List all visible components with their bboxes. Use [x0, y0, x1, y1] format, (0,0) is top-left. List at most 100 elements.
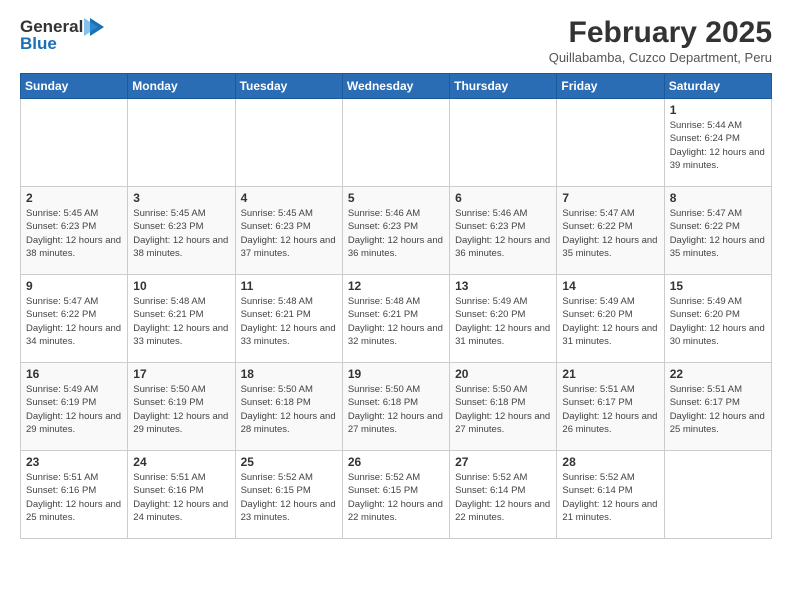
- weekday-header-friday: Friday: [557, 74, 664, 99]
- day-info: Sunrise: 5:49 AM Sunset: 6:20 PM Dayligh…: [670, 295, 766, 348]
- day-number: 6: [455, 191, 551, 205]
- day-info: Sunrise: 5:45 AM Sunset: 6:23 PM Dayligh…: [133, 207, 229, 260]
- day-number: 22: [670, 367, 766, 381]
- day-info: Sunrise: 5:50 AM Sunset: 6:18 PM Dayligh…: [348, 383, 444, 436]
- week-row-5: 23 Sunrise: 5:51 AM Sunset: 6:16 PM Dayli…: [21, 451, 772, 539]
- calendar-cell: 26Sunrise: 5:52 AM Sunset: 6:15 PM Dayli…: [342, 451, 449, 539]
- day-number: 11: [241, 279, 337, 293]
- calendar-cell: 16 Sunrise: 5:49 AM Sunset: 6:19 PM Dayli…: [21, 363, 128, 451]
- day-info: Sunrise: 5:49 AM Sunset: 6:19 PM Dayligh…: [26, 383, 122, 436]
- day-number: 17: [133, 367, 229, 381]
- weekday-header-monday: Monday: [128, 74, 235, 99]
- calendar-cell: 14 Sunrise: 5:49 AM Sunset: 6:20 PM Dayli…: [557, 275, 664, 363]
- day-number: 24: [133, 455, 229, 469]
- day-number: 14: [562, 279, 658, 293]
- day-info: Sunrise: 5:45 AM Sunset: 6:23 PM Dayligh…: [241, 207, 337, 260]
- day-info: Sunrise: 5:51 AM Sunset: 6:16 PM Dayligh…: [133, 471, 229, 524]
- calendar-cell: 12 Sunrise: 5:48 AM Sunset: 6:21 PM Dayli…: [342, 275, 449, 363]
- weekday-header-sunday: Sunday: [21, 74, 128, 99]
- calendar-cell: [557, 99, 664, 187]
- day-info: Sunrise: 5:50 AM Sunset: 6:18 PM Dayligh…: [241, 383, 337, 436]
- calendar-cell: 3 Sunrise: 5:45 AM Sunset: 6:23 PM Daylig…: [128, 187, 235, 275]
- calendar-cell: 21 Sunrise: 5:51 AM Sunset: 6:17 PM Dayli…: [557, 363, 664, 451]
- day-number: 10: [133, 279, 229, 293]
- weekday-header-saturday: Saturday: [664, 74, 771, 99]
- day-number: 20: [455, 367, 551, 381]
- day-info: Sunrise: 5:52 AM Sunset: 6:14 PM Dayligh…: [562, 471, 658, 524]
- day-number: 27: [455, 455, 551, 469]
- calendar-cell: 11 Sunrise: 5:48 AM Sunset: 6:21 PM Dayli…: [235, 275, 342, 363]
- day-info: Sunrise: 5:45 AM Sunset: 6:23 PM Dayligh…: [26, 207, 122, 260]
- calendar-cell: 19 Sunrise: 5:50 AM Sunset: 6:18 PM Dayli…: [342, 363, 449, 451]
- calendar-cell: 23 Sunrise: 5:51 AM Sunset: 6:16 PM Dayli…: [21, 451, 128, 539]
- calendar-cell: 10Sunrise: 5:48 AM Sunset: 6:21 PM Dayli…: [128, 275, 235, 363]
- calendar-cell: [235, 99, 342, 187]
- day-number: 8: [670, 191, 766, 205]
- day-number: 25: [241, 455, 337, 469]
- day-number: 13: [455, 279, 551, 293]
- day-info: Sunrise: 5:49 AM Sunset: 6:20 PM Dayligh…: [455, 295, 551, 348]
- calendar-cell: [664, 451, 771, 539]
- day-info: Sunrise: 5:47 AM Sunset: 6:22 PM Dayligh…: [562, 207, 658, 260]
- weekday-header-thursday: Thursday: [450, 74, 557, 99]
- weekday-header-row: SundayMondayTuesdayWednesdayThursdayFrid…: [21, 74, 772, 99]
- day-info: Sunrise: 5:49 AM Sunset: 6:20 PM Dayligh…: [562, 295, 658, 348]
- day-number: 19: [348, 367, 444, 381]
- week-row-2: 2 Sunrise: 5:45 AM Sunset: 6:23 PM Daylig…: [21, 187, 772, 275]
- day-info: Sunrise: 5:52 AM Sunset: 6:15 PM Dayligh…: [241, 471, 337, 524]
- calendar: SundayMondayTuesdayWednesdayThursdayFrid…: [20, 73, 772, 539]
- calendar-cell: 4 Sunrise: 5:45 AM Sunset: 6:23 PM Daylig…: [235, 187, 342, 275]
- day-info: Sunrise: 5:51 AM Sunset: 6:16 PM Dayligh…: [26, 471, 122, 524]
- calendar-cell: 15 Sunrise: 5:49 AM Sunset: 6:20 PM Dayli…: [664, 275, 771, 363]
- day-number: 2: [26, 191, 122, 205]
- calendar-cell: 22Sunrise: 5:51 AM Sunset: 6:17 PM Dayli…: [664, 363, 771, 451]
- day-number: 15: [670, 279, 766, 293]
- calendar-cell: 18 Sunrise: 5:50 AM Sunset: 6:18 PM Dayli…: [235, 363, 342, 451]
- header: General Blue February 2025 Quillabamba, …: [20, 16, 772, 65]
- week-row-4: 16 Sunrise: 5:49 AM Sunset: 6:19 PM Dayli…: [21, 363, 772, 451]
- day-info: Sunrise: 5:52 AM Sunset: 6:14 PM Dayligh…: [455, 471, 551, 524]
- day-number: 16: [26, 367, 122, 381]
- day-number: 18: [241, 367, 337, 381]
- calendar-cell: 27 Sunrise: 5:52 AM Sunset: 6:14 PM Dayli…: [450, 451, 557, 539]
- calendar-cell: 20 Sunrise: 5:50 AM Sunset: 6:18 PM Dayli…: [450, 363, 557, 451]
- calendar-cell: 9Sunrise: 5:47 AM Sunset: 6:22 PM Daylig…: [21, 275, 128, 363]
- day-info: Sunrise: 5:47 AM Sunset: 6:22 PM Dayligh…: [26, 295, 122, 348]
- calendar-cell: 13 Sunrise: 5:49 AM Sunset: 6:20 PM Dayli…: [450, 275, 557, 363]
- weekday-header-wednesday: Wednesday: [342, 74, 449, 99]
- day-info: Sunrise: 5:50 AM Sunset: 6:18 PM Dayligh…: [455, 383, 551, 436]
- title-block: February 2025 Quillabamba, Cuzco Departm…: [549, 16, 772, 65]
- day-number: 12: [348, 279, 444, 293]
- day-info: Sunrise: 5:48 AM Sunset: 6:21 PM Dayligh…: [348, 295, 444, 348]
- day-info: Sunrise: 5:44 AM Sunset: 6:24 PM Dayligh…: [670, 119, 766, 172]
- calendar-cell: 6 Sunrise: 5:46 AM Sunset: 6:23 PM Daylig…: [450, 187, 557, 275]
- week-row-1: 1 Sunrise: 5:44 AM Sunset: 6:24 PM Daylig…: [21, 99, 772, 187]
- calendar-cell: 5Sunrise: 5:46 AM Sunset: 6:23 PM Daylig…: [342, 187, 449, 275]
- day-number: 21: [562, 367, 658, 381]
- calendar-cell: 17 Sunrise: 5:50 AM Sunset: 6:19 PM Dayli…: [128, 363, 235, 451]
- day-info: Sunrise: 5:47 AM Sunset: 6:22 PM Dayligh…: [670, 207, 766, 260]
- calendar-cell: [342, 99, 449, 187]
- logo: General Blue: [20, 16, 106, 54]
- day-info: Sunrise: 5:46 AM Sunset: 6:23 PM Dayligh…: [455, 207, 551, 260]
- calendar-cell: 1 Sunrise: 5:44 AM Sunset: 6:24 PM Daylig…: [664, 99, 771, 187]
- day-info: Sunrise: 5:50 AM Sunset: 6:19 PM Dayligh…: [133, 383, 229, 436]
- calendar-cell: [21, 99, 128, 187]
- day-number: 28: [562, 455, 658, 469]
- subtitle: Quillabamba, Cuzco Department, Peru: [549, 50, 772, 65]
- day-info: Sunrise: 5:52 AM Sunset: 6:15 PM Dayligh…: [348, 471, 444, 524]
- calendar-cell: 7Sunrise: 5:47 AM Sunset: 6:22 PM Daylig…: [557, 187, 664, 275]
- day-info: Sunrise: 5:51 AM Sunset: 6:17 PM Dayligh…: [562, 383, 658, 436]
- day-number: 3: [133, 191, 229, 205]
- main-title: February 2025: [549, 16, 772, 50]
- calendar-cell: [450, 99, 557, 187]
- weekday-header-tuesday: Tuesday: [235, 74, 342, 99]
- calendar-cell: 24 Sunrise: 5:51 AM Sunset: 6:16 PM Dayli…: [128, 451, 235, 539]
- day-number: 4: [241, 191, 337, 205]
- day-number: 1: [670, 103, 766, 117]
- day-number: 23: [26, 455, 122, 469]
- calendar-cell: 25 Sunrise: 5:52 AM Sunset: 6:15 PM Dayli…: [235, 451, 342, 539]
- day-info: Sunrise: 5:46 AM Sunset: 6:23 PM Dayligh…: [348, 207, 444, 260]
- calendar-cell: [128, 99, 235, 187]
- day-info: Sunrise: 5:48 AM Sunset: 6:21 PM Dayligh…: [241, 295, 337, 348]
